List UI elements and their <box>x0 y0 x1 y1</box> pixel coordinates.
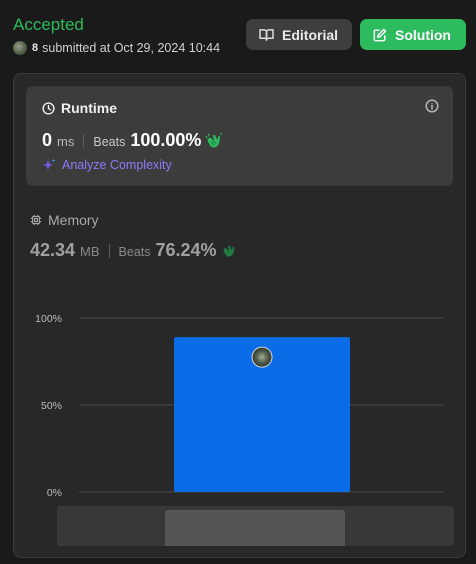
analyze-label: Analyze Complexity <box>62 158 172 172</box>
runtime-value: 0 <box>42 130 53 150</box>
solution-button[interactable]: Solution <box>360 19 466 50</box>
y-tick-label: 0% <box>47 487 62 499</box>
memory-title-row: Memory <box>30 212 237 228</box>
user-avatar[interactable] <box>13 41 27 55</box>
divider <box>83 133 85 148</box>
memory-beats-value: 76.24% <box>155 240 217 260</box>
memory-metric: 42.34 MB Beats 76.24% <box>30 240 237 261</box>
clock-icon <box>42 101 55 115</box>
submission-header: Accepted 8 submitted at Oct 29, 2024 10:… <box>13 14 466 60</box>
chip-icon <box>30 214 42 226</box>
divider <box>108 243 110 258</box>
y-tick-label: 50% <box>41 400 62 412</box>
user-avatar-marker[interactable] <box>251 346 273 368</box>
submitted-time: submitted at Oct 29, 2024 10:44 <box>42 41 221 55</box>
solution-label: Solution <box>395 26 451 43</box>
runtime-beats-label: Beats <box>93 135 126 149</box>
submission-status: Accepted <box>13 15 84 34</box>
edit-icon <box>373 28 387 41</box>
memory-section[interactable]: Memory 42.34 MB Beats 76.24% <box>30 212 237 261</box>
analyze-complexity-link[interactable]: Analyze Complexity <box>42 158 172 172</box>
range-slider[interactable] <box>57 506 454 546</box>
sparkle-icon <box>43 158 56 170</box>
editorial-label: Editorial <box>282 26 339 43</box>
runtime-card[interactable]: Runtime 0 ms Beats 100.00% Analyze Compl… <box>26 86 453 186</box>
runtime-metric: 0 ms Beats 100.00% <box>42 130 223 151</box>
range-slider-thumb[interactable] <box>165 510 345 546</box>
runtime-title: Runtime <box>61 100 117 116</box>
distribution-chart[interactable]: 100% 50% 0% <box>14 302 467 502</box>
memory-value: 42.34 <box>30 240 76 260</box>
runtime-beats-value: 100.00% <box>130 130 202 150</box>
y-tick-label: 100% <box>35 313 62 325</box>
editorial-button[interactable]: Editorial <box>246 19 352 50</box>
runtime-title-row: Runtime <box>42 100 117 116</box>
memory-unit: MB <box>80 244 100 259</box>
memory-title: Memory <box>48 212 99 228</box>
runtime-unit: ms <box>57 134 75 149</box>
book-open-icon <box>259 29 274 41</box>
clapping-hands-icon <box>205 132 223 147</box>
username[interactable]: 8 <box>32 42 38 54</box>
submission-meta: 8 submitted at Oct 29, 2024 10:44 <box>13 41 220 55</box>
info-icon[interactable] <box>425 99 439 113</box>
clapping-hands-icon <box>223 245 234 257</box>
result-panel: Runtime 0 ms Beats 100.00% Analyze Compl… <box>13 73 466 558</box>
memory-beats-label: Beats <box>118 245 151 259</box>
